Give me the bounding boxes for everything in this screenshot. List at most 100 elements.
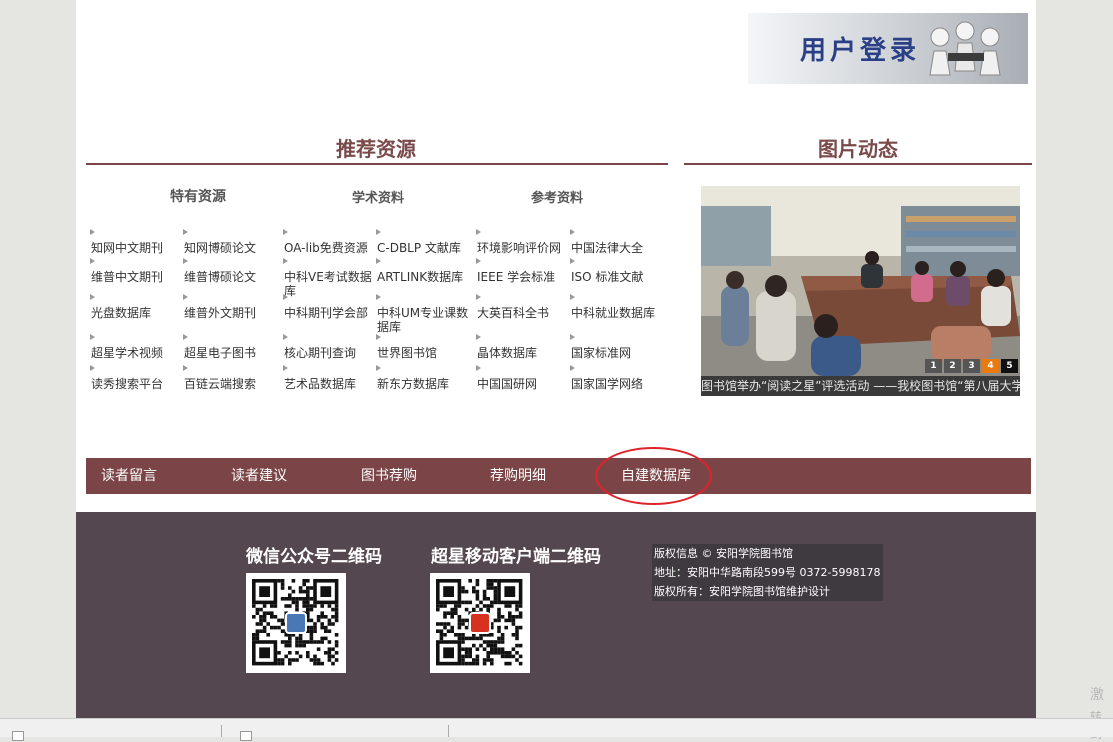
resource-link[interactable]: 大英百科全书 <box>476 294 569 320</box>
watermark-line1: 激 <box>1090 687 1104 703</box>
bullet-triangle-icon <box>90 334 95 340</box>
resource-link-label: OA-lib免费资源 <box>284 241 368 255</box>
wechat-qr-code <box>246 573 346 673</box>
bullet-triangle-icon <box>570 365 575 371</box>
resource-link[interactable]: 知网中文期刊 <box>90 229 183 255</box>
resource-link-label: 百链云端搜索 <box>184 377 257 391</box>
library-meeting-photo <box>701 186 1020 376</box>
pager-page-5[interactable]: 5 <box>1001 359 1018 373</box>
resource-link-label: 读秀搜索平台 <box>91 377 164 391</box>
resource-link[interactable]: 中国国研网 <box>476 365 569 391</box>
resource-link-label: 世界图书馆 <box>377 346 438 360</box>
resource-link-label: 中国法律大全 <box>571 241 644 255</box>
category-reference[interactable]: 参考资料 <box>531 187 583 206</box>
resource-link[interactable]: 世界图书馆 <box>376 334 469 360</box>
resource-link-label: ISO 标准文献 <box>571 270 644 284</box>
resource-link[interactable]: 超星电子图书 <box>183 334 276 360</box>
pager-page-4[interactable]: 4 <box>982 359 999 373</box>
resource-link[interactable]: 国家标准网 <box>570 334 663 360</box>
resource-link[interactable]: 维普外文期刊 <box>183 294 276 320</box>
category-special[interactable]: 特有资源 <box>170 186 226 206</box>
resource-link[interactable]: 中科VE考试数据库 <box>283 258 376 298</box>
resource-link[interactable]: 光盘数据库 <box>90 294 183 320</box>
resource-link[interactable]: 中科UM专业课数据库 <box>376 294 469 334</box>
bullet-triangle-icon <box>376 294 381 300</box>
bullet-triangle-icon <box>283 334 288 340</box>
resource-link[interactable]: 知网博硕论文 <box>183 229 276 255</box>
bullet-triangle-icon <box>183 334 188 340</box>
resource-link[interactable]: 超星学术视频 <box>90 334 183 360</box>
resource-link[interactable]: 中国法律大全 <box>570 229 663 255</box>
resource-link[interactable]: 晶体数据库 <box>476 334 569 360</box>
resource-link-label: 知网博硕论文 <box>184 241 257 255</box>
qr-code-image <box>252 579 339 666</box>
pager-page-1[interactable]: 1 <box>925 359 942 373</box>
bullet-triangle-icon <box>476 258 481 264</box>
nav-recommend-details[interactable]: 荐购明细 <box>490 458 546 494</box>
resource-link[interactable]: 环境影响评价网 <box>476 229 569 255</box>
resource-link-label: 核心期刊查询 <box>284 346 357 360</box>
login-banner[interactable]: 用户登录 <box>748 13 1028 84</box>
resource-link[interactable]: 新东方数据库 <box>376 365 469 391</box>
resource-link-label: 国家国学网络 <box>571 377 644 391</box>
mobile-qr-title: 超星移动客户端二维码 <box>431 547 601 567</box>
resource-link[interactable]: 读秀搜索平台 <box>90 365 183 391</box>
document-icon <box>240 731 252 741</box>
photo-caption[interactable]: 图书馆举办“阅读之星”评选活动 ——我校图书馆“第八届大学 <box>701 376 1020 396</box>
bullet-triangle-icon <box>183 365 188 371</box>
news-photo[interactable]: 1 2 3 4 5 <box>701 186 1020 376</box>
bullet-triangle-icon <box>570 334 575 340</box>
resource-link[interactable]: ISO 标准文献 <box>570 258 663 284</box>
resource-link[interactable]: 百链云端搜索 <box>183 365 276 391</box>
bullet-triangle-icon <box>283 365 288 371</box>
bullet-triangle-icon <box>183 229 188 235</box>
resource-link-label: 中科期刊学会部 <box>284 306 369 320</box>
resource-link-label: 超星学术视频 <box>91 346 164 360</box>
resource-link-label: 环境影响评价网 <box>477 241 562 255</box>
owner-line: 版权所有：安阳学院图书馆维护设计 <box>654 585 830 598</box>
pager-page-2[interactable]: 2 <box>944 359 961 373</box>
resource-link[interactable]: 国家国学网络 <box>570 365 663 391</box>
resource-link[interactable]: IEEE 学会标准 <box>476 258 569 284</box>
resource-link-label: 艺术品数据库 <box>284 377 357 391</box>
resource-link[interactable]: 中科就业数据库 <box>570 294 663 320</box>
resource-link[interactable]: 艺术品数据库 <box>283 365 376 391</box>
resource-link[interactable]: 中科期刊学会部 <box>283 294 376 320</box>
footer: 微信公众号二维码 超星移动客户端二维码 版权信息 © 安阳学院图书馆 地址：安阳… <box>76 512 1036 718</box>
nav-book-recommend[interactable]: 图书荐购 <box>361 458 417 494</box>
bullet-triangle-icon <box>376 229 381 235</box>
resource-link[interactable]: 维普中文期刊 <box>90 258 183 284</box>
copyright-line: 版权信息 © 安阳学院图书馆 <box>654 547 793 560</box>
bullet-triangle-icon <box>90 365 95 371</box>
document-icon <box>12 731 24 741</box>
people-figures-icon <box>929 21 1001 76</box>
resource-link[interactable]: C-DBLP 文献库 <box>376 229 469 255</box>
resource-link[interactable]: 核心期刊查询 <box>283 334 376 360</box>
bullet-triangle-icon <box>476 229 481 235</box>
resource-link-label: 中科VE考试数据库 <box>284 270 372 298</box>
bullet-triangle-icon <box>183 294 188 300</box>
pager-page-3[interactable]: 3 <box>963 359 980 373</box>
bullet-triangle-icon <box>283 294 288 300</box>
login-label: 用户登录 <box>800 36 921 66</box>
browser-bottom-bar <box>0 718 1113 741</box>
bullet-triangle-icon <box>476 294 481 300</box>
recommend-title: 推荐资源 <box>336 137 416 161</box>
resource-link-label: 中科UM专业课数据库 <box>377 306 469 334</box>
bullet-triangle-icon <box>570 258 575 264</box>
resource-link[interactable]: OA-lib免费资源 <box>283 229 376 255</box>
resource-link-label: 大英百科全书 <box>477 306 550 320</box>
bottom-nav-bar: 读者留言 读者建议 图书荐购 荐购明细 自建数据库 <box>86 458 1031 494</box>
nav-reader-suggestion[interactable]: 读者建议 <box>231 458 287 494</box>
resource-link-label: 维普中文期刊 <box>91 270 164 284</box>
resource-link-label: 中国国研网 <box>477 377 538 391</box>
category-academic[interactable]: 学术资料 <box>352 187 404 206</box>
highlight-circle <box>595 447 712 505</box>
mobile-qr-code <box>430 573 530 673</box>
resource-link[interactable]: 维普博硕论文 <box>183 258 276 284</box>
nav-reader-message[interactable]: 读者留言 <box>101 458 157 494</box>
bullet-triangle-icon <box>376 334 381 340</box>
bullet-triangle-icon <box>376 365 381 371</box>
page-container: 用户登录 推荐资源 特有资源 学术资料 参考资料 知网中文期刊 知网博硕论文 OA-… <box>76 0 1036 718</box>
resource-link[interactable]: ARTLINK数据库 <box>376 258 469 284</box>
